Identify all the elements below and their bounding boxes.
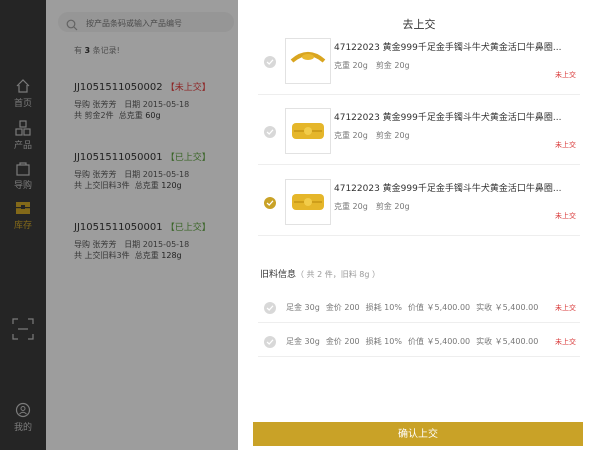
old-material-item[interactable]: 足金 30g 金价 200 损耗 10% 价值 ￥5,400.00 实收 ￥5,400.… xyxy=(258,292,580,323)
gold-item[interactable]: 47122023 黄金999千足金手镯斗牛犬黄金活口牛鼻圈... 克重 20g 剪… xyxy=(258,34,580,95)
bracelet-image xyxy=(285,108,331,154)
bracelet-image xyxy=(285,179,331,225)
item-weight: 克重 20g xyxy=(334,202,368,211)
dim-overlay[interactable] xyxy=(0,0,238,450)
status-badge: 未上交 xyxy=(555,338,576,346)
gold-item[interactable]: 47122023 黄金999千足金手镯斗牛犬黄金活口牛鼻圈... 克重 20g 剪… xyxy=(258,104,580,165)
item-checkbox[interactable] xyxy=(264,197,276,209)
old-material-item[interactable]: 足金 30g 金价 200 损耗 10% 价值 ￥5,400.00 实收 ￥5,400.… xyxy=(258,326,580,357)
item-weight: 克重 20g xyxy=(334,61,368,70)
status-badge: 未上交 xyxy=(555,304,576,312)
item-title: 47122023 黄金999千足金手镯斗牛犬黄金活口牛鼻圈... xyxy=(334,184,562,194)
status-badge: 未上交 xyxy=(555,71,576,79)
item-checkbox[interactable] xyxy=(264,126,276,138)
item-checkbox[interactable] xyxy=(264,56,276,68)
gold-item[interactable]: 47122023 黄金999千足金手镯斗牛犬黄金活口牛鼻圈... 克重 20g 剪… xyxy=(258,175,580,236)
modal-title: 去上交 xyxy=(402,18,436,31)
item-cut-weight: 剪金 20g xyxy=(375,61,410,70)
item-title: 47122023 黄金999千足金手镯斗牛犬黄金活口牛鼻圈... xyxy=(334,113,562,123)
item-checkbox[interactable] xyxy=(264,302,276,314)
bracelet-image xyxy=(285,38,331,84)
item-title: 47122023 黄金999千足金手镯斗牛犬黄金活口牛鼻圈... xyxy=(334,43,562,53)
confirm-submit-button[interactable]: 确认上交 xyxy=(253,422,583,446)
item-weight: 克重 20g xyxy=(334,131,368,140)
item-cut-weight: 剪金 20g xyxy=(375,202,410,211)
item-cut-weight: 剪金 20g xyxy=(375,131,410,140)
submit-modal: 去上交 47122023 黄金999千足金手镯斗牛犬黄金活口牛鼻圈... 克重 … xyxy=(238,0,600,450)
status-badge: 未上交 xyxy=(555,141,576,149)
item-checkbox[interactable] xyxy=(264,336,276,348)
status-badge: 未上交 xyxy=(555,212,576,220)
old-material-header: 旧料信息（ 共 2 件，旧料 8g ） xyxy=(260,270,380,280)
